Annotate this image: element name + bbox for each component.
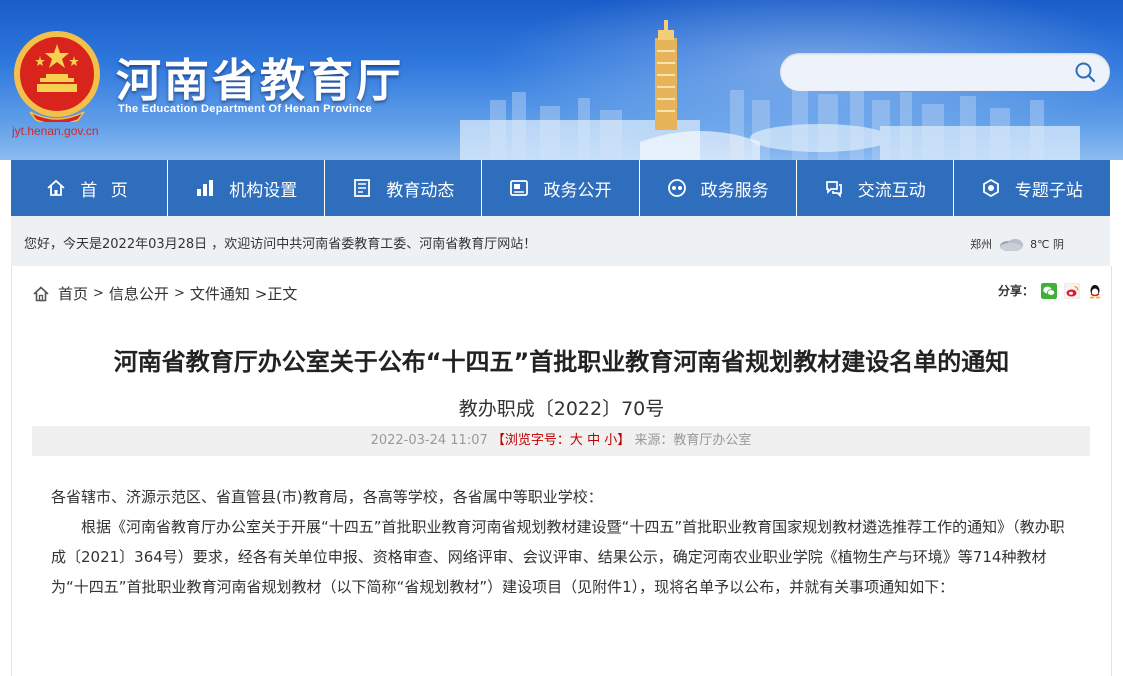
service-icon <box>667 179 686 197</box>
breadcrumb-separator: > <box>93 286 104 301</box>
nav-item-government-services[interactable]: 政务服务 <box>640 160 797 216</box>
font-size-large-button[interactable]: 大 <box>570 433 583 448</box>
breadcrumb-separator: > <box>173 286 185 301</box>
wechat-icon[interactable] <box>1041 282 1057 299</box>
nav-label: 教育动态 <box>386 180 455 201</box>
nav-item-topic-sites[interactable]: 专题子站 <box>954 160 1110 216</box>
nav-item-government-affairs[interactable]: 政务公开 <box>482 160 640 216</box>
share-label: 分享： <box>997 284 1034 298</box>
topic-icon <box>983 178 999 198</box>
header-banner: 河南省教育厅 The Education Department Of Henan… <box>0 0 1123 160</box>
weather-city: 郑州 <box>970 238 993 251</box>
font-size-medium-button[interactable]: 中 <box>587 433 600 448</box>
nav-label: 政务公开 <box>543 180 612 201</box>
nav-label: 机构设置 <box>229 180 298 201</box>
nav-label: 交流互动 <box>857 180 926 201</box>
document-icon <box>510 180 529 196</box>
search-box <box>780 53 1110 91</box>
weibo-icon[interactable] <box>1064 282 1080 299</box>
qq-icon[interactable] <box>1087 283 1103 299</box>
breadcrumb: 首页 > 信息公开 > 文件通知 >正文 <box>32 283 297 304</box>
article-title: 河南省教育厅办公室关于公布“十四五”首批职业教育河南省规划教材建设名单的通知 <box>113 348 1010 376</box>
interaction-icon <box>825 181 842 198</box>
nav-item-education-news[interactable]: 教育动态 <box>325 160 483 216</box>
nav-label: 首 页 <box>80 180 132 201</box>
nav-item-interaction[interactable]: 交流互动 <box>797 160 954 216</box>
weather-temp: 8℃ 阴 <box>1030 238 1064 251</box>
nav-label: 专题子站 <box>1014 180 1083 201</box>
tower <box>655 20 677 130</box>
site-title: 河南省教育厅 <box>116 54 405 107</box>
share-bar: 分享： <box>998 282 1103 299</box>
breadcrumb-home-link[interactable]: 首页 <box>58 283 88 304</box>
weather-widget: 郑州 8℃ 阴 <box>970 236 1064 252</box>
welcome-text: 您好，今天是2022年03月28日 ，欢迎访问中共河南省委教育工委、河南省教育厅… <box>24 237 537 252</box>
news-icon <box>354 179 371 197</box>
welcome-bar: 您好，今天是2022年03月28日 ，欢迎访问中共河南省委教育工委、河南省教育厅… <box>11 216 1110 266</box>
breadcrumb-link-notices[interactable]: 文件通知 <box>190 283 250 304</box>
article-source: 来源：教育厅办公室 <box>634 433 752 448</box>
publish-date: 2022-03-24 11:07 <box>370 433 488 448</box>
content-area: 首页 > 信息公开 > 文件通知 >正文 分享： 河南省教育厅办公室关于公布“十… <box>11 266 1112 676</box>
search-icon[interactable] <box>1074 61 1096 83</box>
font-size-close: 】 <box>617 433 631 448</box>
nav-item-home[interactable]: 首 页 <box>11 160 169 216</box>
breadcrumb-current: >正文 <box>254 285 298 303</box>
font-size-label: 【浏览字号： <box>491 433 570 448</box>
article-meta-bar: 2022-03-24 11:07 【浏览字号：大 中 小】 来源：教育厅办公室 <box>32 426 1090 456</box>
org-chart-icon <box>197 180 214 196</box>
home-icon <box>33 285 49 301</box>
salutation: 各省辖市、济源示范区、省直管县(市)教育局，各高等学校，各省属中等职业学校： <box>51 488 603 506</box>
breadcrumb-link-info-disclosure[interactable]: 信息公开 <box>109 283 169 304</box>
home-icon <box>47 179 65 196</box>
nav-label: 政务服务 <box>700 180 769 201</box>
font-size-small-button[interactable]: 小 <box>604 433 617 448</box>
article-body: 各省辖市、济源示范区、省直管县(市)教育局，各高等学校，各省属中等职业学校： 根… <box>51 482 1073 602</box>
search-input[interactable] <box>792 57 1066 89</box>
national-emblem-icon <box>14 31 100 122</box>
document-number: 教办职成〔2022〕70号 <box>458 398 665 420</box>
site-url[interactable]: jyt.henan.gov.cn <box>12 124 99 138</box>
site-subtitle: The Education Department Of Henan Provin… <box>118 103 373 115</box>
cloudy-icon <box>1000 239 1024 251</box>
nav-item-organization[interactable]: 机构设置 <box>168 160 326 216</box>
body-paragraph: 根据《河南省教育厅办公室关于开展“十四五”首批职业教育河南省规划教材建设暨“十四… <box>51 518 1065 596</box>
main-nav: 首 页 机构设置 教育动态 政务公开 政务服务 交流互动 专题子站 <box>11 160 1110 216</box>
